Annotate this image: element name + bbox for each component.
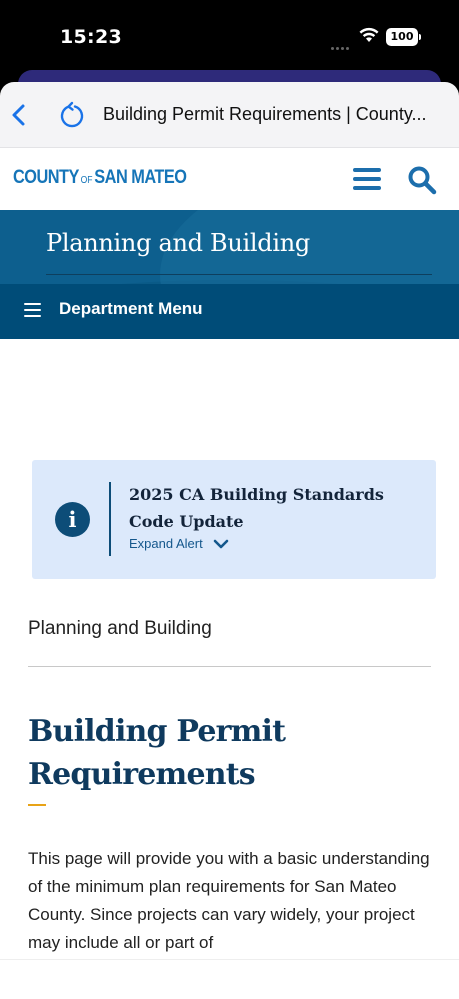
page-title: Building Permit Requirements	[28, 714, 286, 792]
department-menu-icon	[24, 303, 41, 317]
wifi-icon	[359, 27, 379, 42]
department-title[interactable]: Planning and Building	[46, 229, 310, 257]
browser-bottom-bar	[0, 959, 459, 999]
info-icon: i	[55, 502, 90, 537]
chevron-down-icon	[213, 539, 229, 548]
expand-alert-button[interactable]: Expand Alert	[129, 536, 229, 551]
expand-alert-label: Expand Alert	[129, 536, 203, 551]
hamburger-menu-icon[interactable]	[353, 166, 383, 192]
reload-icon[interactable]	[58, 101, 86, 129]
logo-name: SAN MATEO	[94, 167, 187, 188]
status-bar: 15:23 100	[0, 0, 459, 72]
search-icon[interactable]	[406, 164, 438, 196]
breadcrumb[interactable]: Planning and Building	[28, 618, 212, 640]
department-menu-label: Department Menu	[59, 299, 203, 318]
status-time: 15:23	[60, 26, 122, 48]
alert-box: i 2025 CA Building Standards Code Update…	[32, 460, 436, 579]
county-logo[interactable]: COUNTY OFSAN MATEO	[13, 167, 187, 191]
page-content: i 2025 CA Building Standards Code Update…	[0, 339, 459, 959]
site-header: COUNTY OFSAN MATEO	[0, 148, 459, 210]
logo-county: COUNTY	[13, 167, 79, 188]
title-accent-bar	[28, 804, 46, 806]
breadcrumb-divider	[28, 666, 431, 667]
logo-of: OF	[80, 175, 93, 186]
browser-page-title[interactable]: Building Permit Requirements | County...	[103, 104, 443, 125]
battery-icon: 100	[386, 28, 421, 46]
browser-toolbar: Building Permit Requirements | County...	[0, 82, 459, 148]
alert-divider	[109, 482, 111, 556]
back-arrow-icon[interactable]	[8, 101, 30, 129]
department-menu-button[interactable]: Department Menu	[0, 284, 459, 339]
signal-dots-icon	[331, 37, 351, 50]
intro-paragraph: This page will provide you with a basic …	[28, 849, 430, 952]
banner-divider	[46, 274, 432, 275]
alert-title: 2025 CA Building Standards Code Update	[129, 485, 384, 531]
